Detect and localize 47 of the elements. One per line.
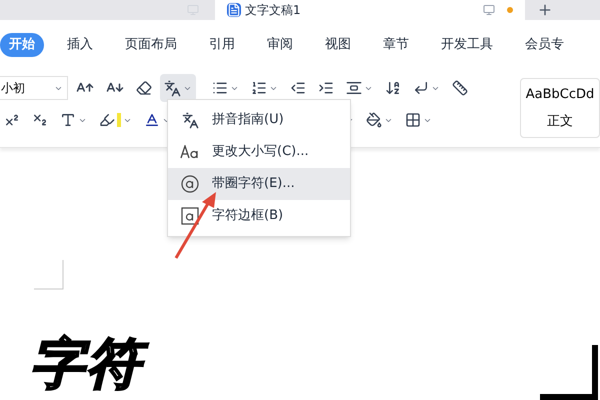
ribbon-tab[interactable]: 会员专 bbox=[516, 33, 573, 57]
menu-item[interactable]: 拼音指南(U) bbox=[168, 104, 350, 136]
text-effect-icon bbox=[60, 112, 76, 128]
letter-case-icon bbox=[180, 145, 200, 159]
ribbon-tab[interactable]: 页面布局 bbox=[116, 33, 186, 57]
document-icon bbox=[227, 3, 241, 17]
corner-mark bbox=[540, 345, 600, 400]
ribbon-tab[interactable]: 审阅 bbox=[258, 33, 302, 57]
indent-icon bbox=[318, 80, 334, 96]
ruler-icon bbox=[452, 80, 468, 96]
highlighter-icon bbox=[99, 112, 115, 128]
style-name: 正文 bbox=[547, 113, 573, 131]
borders-icon bbox=[405, 112, 421, 128]
ribbon-tab[interactable]: 章节 bbox=[374, 33, 418, 57]
menu-item[interactable]: 带圈字符(E)... bbox=[168, 168, 350, 200]
bullet-list-icon bbox=[212, 80, 228, 96]
spacing-icon bbox=[346, 80, 362, 96]
new-tab-icon[interactable] bbox=[537, 2, 553, 18]
boxed-letter-icon bbox=[181, 207, 199, 225]
line-break-icon bbox=[413, 80, 429, 96]
superscript-icon bbox=[4, 112, 20, 128]
document-title: 文字文稿1 bbox=[245, 4, 301, 16]
document-tab[interactable]: 文字文稿1 bbox=[215, 0, 525, 20]
pinyin-icon bbox=[164, 80, 181, 96]
ribbon-tab[interactable]: 视图 bbox=[316, 33, 360, 57]
monitor-icon bbox=[483, 4, 495, 16]
menu-item[interactable]: 更改大小写(C)... bbox=[168, 136, 350, 168]
style-gallery[interactable]: AaBbCcDd 正文 bbox=[520, 78, 600, 138]
menu-item[interactable]: 字符边框(B) bbox=[168, 200, 350, 232]
eraser-icon bbox=[136, 80, 152, 96]
page-corner-mark bbox=[34, 260, 64, 290]
style-preview: AaBbCcDd bbox=[526, 86, 594, 104]
font-color-icon bbox=[144, 112, 160, 128]
ribbon-tab[interactable]: 引用 bbox=[200, 33, 244, 57]
outdent-icon bbox=[290, 80, 306, 96]
pinyin-button[interactable] bbox=[160, 74, 196, 102]
ribbon-tab[interactable]: 插入 bbox=[58, 33, 102, 57]
highlight-color-bar bbox=[117, 113, 121, 127]
font-size-field[interactable]: 小初 bbox=[0, 76, 68, 100]
circled-letter-icon bbox=[181, 175, 199, 193]
numbered-list-icon bbox=[251, 80, 267, 96]
ribbon-tab[interactable]: 开发工具 bbox=[432, 33, 502, 57]
subscript-icon bbox=[32, 112, 48, 128]
shading-icon bbox=[366, 112, 382, 128]
pinyin-icon bbox=[182, 112, 198, 128]
caption-text: 字符 bbox=[30, 332, 154, 397]
sort-icon bbox=[385, 80, 401, 96]
